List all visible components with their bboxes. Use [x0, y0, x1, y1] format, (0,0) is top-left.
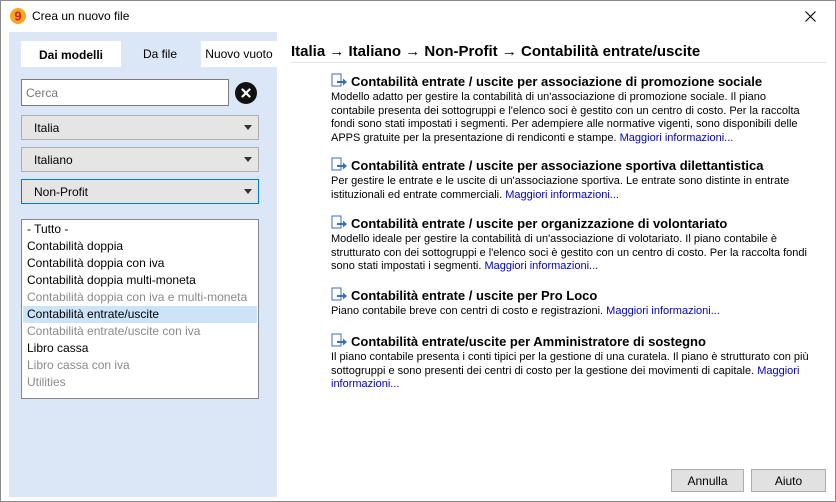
- list-item[interactable]: Contabilità doppia con iva: [23, 255, 257, 272]
- open-template-icon: [331, 73, 347, 87]
- template-entry: Contabilità entrate / uscite per associa…: [331, 73, 809, 145]
- more-info-link[interactable]: Maggiori informazioni...: [620, 132, 734, 144]
- list-item[interactable]: - Tutto -: [23, 221, 257, 238]
- open-template-icon: [331, 287, 347, 301]
- chevron-down-icon: [244, 125, 252, 130]
- clear-icon: [241, 88, 251, 98]
- list-item[interactable]: Contabilità doppia: [23, 238, 257, 255]
- country-select[interactable]: Italia: [21, 115, 259, 140]
- template-description: Il piano contabile presenta i conti tipi…: [331, 351, 809, 392]
- open-template-icon: [331, 157, 347, 171]
- category-value: Non-Profit: [34, 185, 89, 199]
- template-title: Contabilità entrate / uscite per Pro Loc…: [351, 288, 598, 303]
- more-info-link[interactable]: Maggiori informazioni...: [606, 305, 720, 317]
- language-value: Italiano: [34, 153, 73, 167]
- template-title: Contabilità entrate/uscite per Amministr…: [351, 334, 706, 349]
- template-link[interactable]: Contabilità entrate / uscite per organiz…: [331, 215, 809, 232]
- tab-from-file[interactable]: Da file: [125, 41, 195, 67]
- tab-new-empty[interactable]: Nuovo vuoto: [201, 41, 277, 67]
- window-title: Crea un nuovo file: [32, 9, 130, 23]
- template-title: Contabilità entrate / uscite per organiz…: [351, 216, 728, 231]
- template-entry: Contabilità entrate / uscite per organiz…: [331, 215, 809, 274]
- search-input[interactable]: [22, 80, 228, 105]
- open-template-icon: [331, 215, 347, 229]
- list-item[interactable]: Contabilità doppia multi-moneta: [23, 272, 257, 289]
- list-item: Utilities: [27, 375, 66, 389]
- close-button[interactable]: [787, 1, 833, 31]
- more-info-link[interactable]: Maggiori informazioni...: [505, 189, 619, 201]
- source-tabs: Dai modelli Da file Nuovo vuoto: [15, 41, 277, 67]
- description-text: Il piano contabile presenta i conti tipi…: [331, 351, 809, 377]
- template-title: Contabilità entrate / uscite per associa…: [351, 158, 764, 173]
- template-description: Modello ideale per gestire la contabilit…: [331, 233, 809, 274]
- list-item: Libro cassa con iva: [27, 358, 130, 372]
- country-value: Italia: [34, 121, 60, 135]
- page-title: Italia → Italiano → Non-Profit → Contabi…: [291, 43, 701, 60]
- template-entry: Contabilità entrate/uscite per Amministr…: [331, 333, 809, 392]
- open-template-icon: [331, 333, 347, 347]
- svg-text:9: 9: [14, 9, 21, 24]
- template-link[interactable]: Contabilità entrate / uscite per associa…: [331, 73, 809, 90]
- template-link[interactable]: Contabilità entrate / uscite per associa…: [331, 157, 809, 174]
- template-title: Contabilità entrate / uscite per associa…: [351, 74, 763, 89]
- template-link[interactable]: Contabilità entrate / uscite per Pro Loc…: [331, 287, 809, 304]
- template-entry: Contabilità entrate / uscite per Pro Loc…: [331, 287, 809, 319]
- divider: [291, 62, 827, 63]
- template-type-list[interactable]: - Tutto - Contabilità doppia Contabilità…: [21, 219, 259, 399]
- tab-from-templates[interactable]: Dai modelli: [21, 41, 121, 67]
- title-bar: 9 Crea un nuovo file: [1, 1, 835, 31]
- chevron-down-icon: [244, 157, 252, 162]
- chevron-down-icon: [244, 189, 252, 194]
- clear-search-button[interactable]: [235, 82, 257, 104]
- language-select[interactable]: Italiano: [21, 147, 259, 172]
- list-item: Contabilità doppia con iva e multi-monet…: [27, 290, 248, 304]
- template-entry: Contabilità entrate / uscite per associa…: [331, 157, 809, 202]
- help-button[interactable]: Aiuto: [751, 469, 826, 492]
- list-item[interactable]: Contabilità entrate/uscite: [23, 306, 257, 323]
- template-description: Modello adatto per gestire la contabilit…: [331, 91, 809, 145]
- template-description: Piano contabile breve con centri di cost…: [331, 305, 809, 319]
- new-file-dialog: 9 Crea un nuovo file Dai modelli Da file…: [0, 0, 836, 502]
- cancel-button[interactable]: Annulla: [671, 469, 744, 492]
- list-item[interactable]: Libro cassa: [23, 340, 257, 357]
- banana-app-icon: 9: [10, 8, 26, 24]
- more-info-link[interactable]: Maggiori informazioni...: [484, 260, 598, 272]
- category-select[interactable]: Non-Profit: [21, 179, 259, 204]
- description-text: Piano contabile breve con centri di cost…: [331, 305, 604, 317]
- close-icon: [804, 10, 816, 22]
- template-description: Per gestire le entrate e le uscite di un…: [331, 175, 809, 202]
- search-field[interactable]: [21, 79, 229, 106]
- list-item: Contabilità entrate/uscite con iva: [27, 324, 201, 338]
- template-link[interactable]: Contabilità entrate/uscite per Amministr…: [331, 333, 809, 350]
